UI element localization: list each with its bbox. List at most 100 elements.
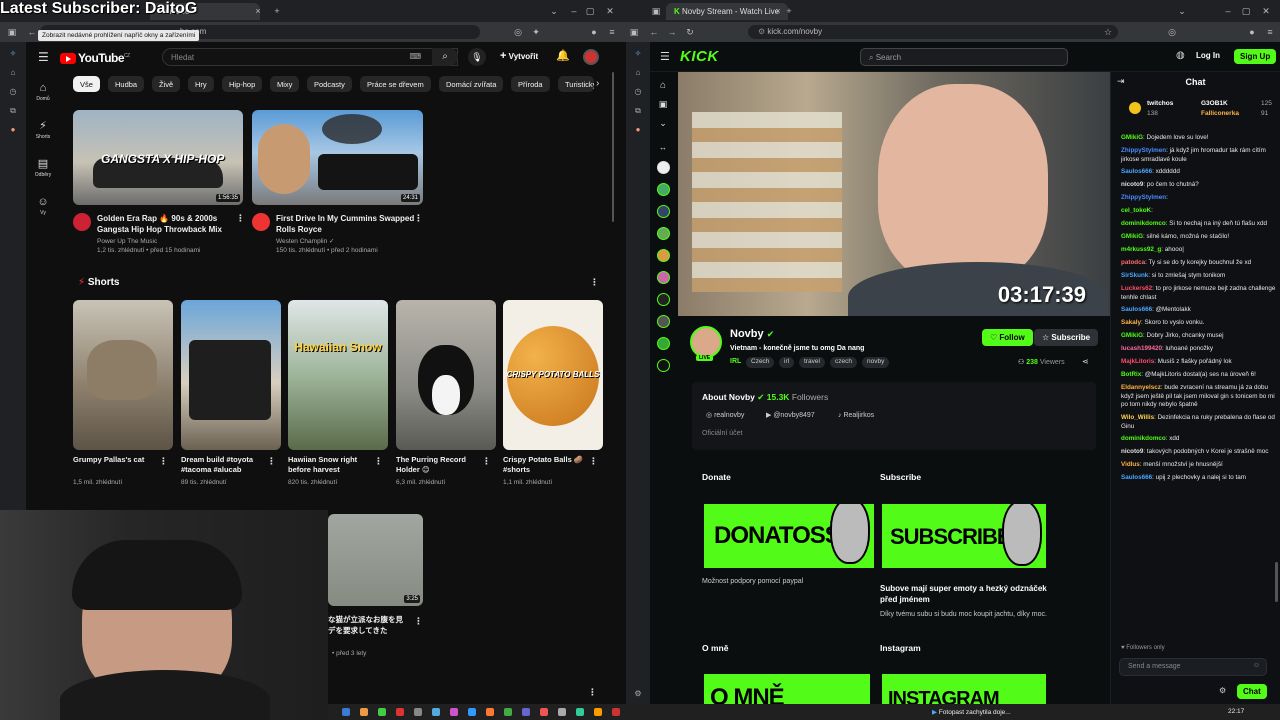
menu-icon[interactable]: ≡ bbox=[606, 26, 618, 38]
more-options-icon[interactable]: ⋮ bbox=[159, 456, 168, 467]
taskbar-app-icon[interactable] bbox=[522, 708, 530, 716]
sidebar-history-icon[interactable]: ◷ bbox=[6, 85, 20, 99]
chat-settings-icon[interactable]: ⚙ bbox=[1219, 686, 1226, 695]
taskbar-app-icon[interactable] bbox=[378, 708, 386, 716]
new-tab-icon[interactable]: + bbox=[783, 5, 795, 17]
maximize-icon[interactable]: ▢ bbox=[584, 5, 596, 17]
chat-username[interactable]: patodca bbox=[1121, 259, 1145, 266]
taskbar-app-icon[interactable] bbox=[486, 708, 494, 716]
new-tab-icon[interactable]: + bbox=[271, 5, 283, 17]
chevron-down-icon[interactable]: ⌄ bbox=[1176, 5, 1188, 17]
chat-username[interactable]: GMikiG bbox=[1121, 233, 1143, 240]
tab-actions-icon[interactable]: ▣ bbox=[650, 5, 662, 17]
stream-tag[interactable]: travel bbox=[799, 357, 825, 368]
expand-sidebar-icon[interactable]: ↔ bbox=[650, 143, 676, 152]
menu-icon[interactable]: ≡ bbox=[1264, 26, 1276, 38]
chat-username[interactable]: Saulos666 bbox=[1121, 168, 1152, 175]
followed-channel-avatar[interactable] bbox=[656, 315, 670, 328]
back-icon[interactable]: ← bbox=[26, 26, 38, 38]
chat-username[interactable]: dominikdomco bbox=[1121, 435, 1166, 442]
sidebar-settings-icon[interactable]: ⚙ bbox=[631, 687, 645, 701]
channel-name[interactable]: Westen Champlin bbox=[276, 238, 327, 245]
donate-banner[interactable]: DONATOSS bbox=[704, 504, 874, 568]
create-button[interactable]: + Vytvořit bbox=[500, 50, 538, 62]
filter-chip[interactable]: Turistický ruch bbox=[558, 76, 594, 92]
chat-username[interactable]: GMikiG bbox=[1121, 332, 1143, 339]
chat-username[interactable]: Eldannyelscz bbox=[1121, 384, 1161, 391]
forward-icon[interactable]: → bbox=[666, 26, 678, 38]
sidebar-shopping-icon[interactable]: ⌂ bbox=[6, 66, 20, 80]
chat-send-button[interactable]: Chat bbox=[1237, 684, 1267, 699]
chat-username[interactable]: nicoto9 bbox=[1121, 181, 1143, 188]
globe-icon[interactable]: ◍ bbox=[1176, 50, 1185, 61]
share-icon[interactable]: ⋖ bbox=[1082, 357, 1089, 366]
login-button[interactable]: Log In bbox=[1196, 51, 1220, 60]
back-icon[interactable]: ← bbox=[648, 26, 660, 38]
sidebar-toggle-icon[interactable]: ▣ bbox=[6, 26, 18, 38]
profile-icon[interactable]: ● bbox=[1246, 26, 1258, 38]
short-title[interactable]: Crispy Potato Balls 🥔 #shorts bbox=[503, 455, 583, 475]
follow-button[interactable]: ♡ Follow bbox=[982, 329, 1033, 346]
filter-chip[interactable]: Živě bbox=[152, 76, 181, 92]
reload-icon[interactable]: ↻ bbox=[684, 26, 696, 38]
more-options-icon[interactable]: ⋮ bbox=[267, 456, 276, 467]
chat-username[interactable]: MajkLitoris bbox=[1121, 358, 1154, 365]
taskbar-app-icon[interactable] bbox=[576, 708, 584, 716]
hamburger-menu-icon[interactable]: ☰ bbox=[38, 50, 49, 64]
video-player[interactable]: 03:17:39 bbox=[678, 72, 1110, 316]
video-title-1[interactable]: Golden Era Rap 🔥 90s & 2000s Gangsta Hip … bbox=[97, 213, 222, 235]
filter-chip[interactable]: Mixy bbox=[270, 76, 300, 92]
short-title[interactable]: Grumpy Pallas's cat bbox=[73, 455, 144, 465]
more-options-icon[interactable]: ⋮ bbox=[482, 456, 491, 467]
system-clock[interactable]: 22:17 bbox=[1228, 708, 1244, 715]
followed-channel-avatar[interactable] bbox=[656, 227, 670, 240]
youtube-link[interactable]: ▶ @novby8497 bbox=[766, 411, 815, 421]
video-thumbnail-2[interactable]: 24:31 bbox=[252, 110, 423, 205]
taskbar-app-icon[interactable] bbox=[612, 708, 620, 716]
keyboard-icon[interactable]: ⌨ bbox=[409, 52, 421, 61]
yt-scrollbar[interactable] bbox=[612, 72, 614, 222]
chat-username[interactable]: nicoto9 bbox=[1121, 448, 1143, 455]
video-thumbnail-1[interactable]: GANGSTA X HIP-HOP 1:56:35 bbox=[73, 110, 243, 205]
short-thumbnail-2[interactable] bbox=[181, 300, 281, 450]
followed-channel-avatar[interactable] bbox=[656, 205, 670, 218]
maximize-icon[interactable]: ▢ bbox=[1240, 5, 1252, 17]
notification-text[interactable]: ▶ Fotopast zachytila doje... bbox=[932, 708, 1011, 716]
sidebar-ai-icon[interactable]: ✧ bbox=[6, 47, 20, 61]
chat-username[interactable]: ZhippyStylmen bbox=[1121, 147, 1166, 154]
followed-channel-avatar[interactable] bbox=[656, 293, 670, 306]
subscribe-banner[interactable]: SUBSCRIBE bbox=[882, 504, 1046, 568]
chat-username[interactable]: Sakaly bbox=[1121, 319, 1141, 326]
video-title-2[interactable]: First Drive In My Cummins Swapped Rolls R… bbox=[276, 213, 414, 235]
taskbar-app-icon[interactable] bbox=[414, 708, 422, 716]
profile-icon[interactable]: ● bbox=[588, 26, 600, 38]
chevron-down-icon[interactable]: ⌄ bbox=[548, 5, 560, 17]
collapse-chat-icon[interactable]: ⇥ bbox=[1117, 76, 1125, 87]
instagram-link[interactable]: ◎ realnovby bbox=[706, 411, 744, 421]
filter-chip[interactable]: Podcasty bbox=[307, 76, 352, 92]
channel-avatar[interactable] bbox=[252, 213, 270, 231]
sidebar-app-icon[interactable]: ● bbox=[631, 123, 645, 137]
right-url-field[interactable]: ⚙ kick.com/novby bbox=[748, 25, 1118, 39]
filter-chip[interactable]: Domácí zvířata bbox=[439, 76, 504, 92]
taskbar-app-icon[interactable] bbox=[558, 708, 566, 716]
short-title[interactable]: The Purring Record Holder 😊 bbox=[396, 455, 466, 475]
stream-tag[interactable]: novby bbox=[862, 357, 890, 368]
short-title[interactable]: Dream build #toyota #tacoma #alucab bbox=[181, 455, 253, 475]
favorite-star-icon[interactable]: ☆ bbox=[1102, 26, 1114, 38]
video-thumbnail-3[interactable]: 3:25 bbox=[328, 514, 423, 606]
sidebar-collections-icon[interactable]: ⧉ bbox=[6, 104, 20, 118]
sidebar-ai-icon[interactable]: ✧ bbox=[631, 47, 645, 61]
search-button[interactable]: ⌕ bbox=[432, 48, 458, 66]
chat-username[interactable]: Wilo_Willis bbox=[1121, 414, 1154, 421]
stream-tag[interactable]: czech bbox=[830, 357, 857, 368]
followed-channel-avatar[interactable] bbox=[656, 183, 670, 196]
taskbar-app-icon[interactable] bbox=[468, 708, 476, 716]
sidebar-collections-icon[interactable]: ⧉ bbox=[631, 104, 645, 118]
notifications-bell-icon[interactable]: 🔔 bbox=[556, 49, 570, 62]
chat-username[interactable]: Saulos666 bbox=[1121, 306, 1152, 313]
taskbar-app-icon[interactable] bbox=[342, 708, 350, 716]
stream-tag[interactable]: Czech bbox=[746, 357, 775, 368]
nav-shorts[interactable]: ⚡ Shorts bbox=[26, 116, 60, 140]
stream-category[interactable]: IRL bbox=[730, 358, 741, 365]
